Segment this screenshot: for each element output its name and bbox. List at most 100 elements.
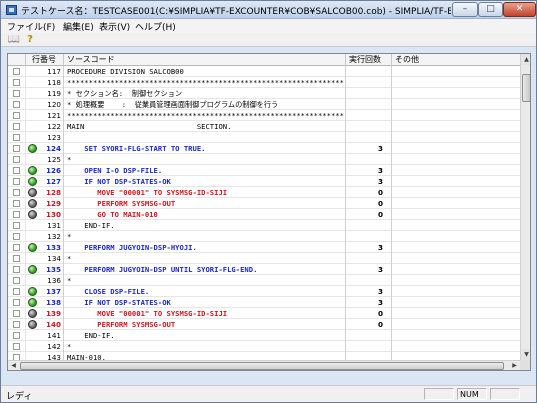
row-checkbox[interactable]	[13, 68, 20, 75]
source-code: PERFORM SYSMSG-OUT	[64, 198, 346, 209]
table-row[interactable]: 124 SET SYORI-FLG-START TO TRUE. 3	[8, 143, 520, 154]
window-title: テストケース名：TESTCASE001(C:¥SIMPLIA¥TF-EXCOUN…	[21, 7, 451, 17]
table-row[interactable]: 138 IF NOT DSP-STATES-OK 3	[8, 297, 520, 308]
table-row[interactable]: 132 *	[8, 231, 520, 242]
row-checkbox[interactable]	[13, 167, 20, 174]
table-row[interactable]: 118 *************************************…	[8, 77, 520, 88]
row-checkbox[interactable]	[13, 233, 20, 240]
row-checkbox[interactable]	[13, 343, 20, 350]
table-row[interactable]: 123	[8, 132, 520, 143]
table-row[interactable]: 133 PERFORM JUGYOIN-DSP-HYOJI. 3	[8, 242, 520, 253]
execution-count: 0	[346, 308, 392, 319]
vertical-scrollbar[interactable]: ▲ ▼	[520, 54, 530, 360]
source-code	[64, 132, 346, 143]
header-source[interactable]: ソースコード	[64, 54, 346, 66]
table-row[interactable]: 135 PERFORM JUGYOIN-DSP UNTIL SYORI-FLG-…	[8, 264, 520, 275]
table-row[interactable]: 141 END-IF.	[8, 330, 520, 341]
execution-count	[346, 341, 392, 352]
row-checkbox-cell	[8, 242, 26, 253]
table-row[interactable]: 127 IF NOT DSP-STATES-OK 3	[8, 176, 520, 187]
help-icon[interactable]: ?	[23, 34, 37, 46]
row-checkbox[interactable]	[13, 79, 20, 86]
coverage-grid: 行番号 ソースコード 実行回数 その他 117 PROCEDURE DIVISIO…	[7, 53, 531, 371]
book-icon[interactable]: 📖	[7, 34, 21, 46]
table-row[interactable]: 129 PERFORM SYSMSG-OUT 0	[8, 198, 520, 209]
table-row[interactable]: 131 END-IF.	[8, 220, 520, 231]
header-line-no[interactable]: 行番号	[26, 54, 64, 66]
table-row[interactable]: 119 * セクション名: 制御セクション	[8, 88, 520, 99]
title-bar[interactable]: テストケース名：TESTCASE001(C:¥SIMPLIA¥TF-EXCOUN…	[1, 1, 536, 19]
row-checkbox[interactable]	[13, 200, 20, 207]
header-other[interactable]: その他	[392, 54, 520, 66]
minimize-button[interactable]: –	[452, 2, 478, 17]
row-checkbox[interactable]	[13, 134, 20, 141]
menu-edit[interactable]: 編集(E)	[63, 20, 94, 33]
execution-count: 0	[346, 319, 392, 330]
row-checkbox[interactable]	[13, 189, 20, 196]
row-checkbox[interactable]	[13, 156, 20, 163]
source-code: END-IF.	[64, 220, 346, 231]
other-cell	[392, 121, 520, 132]
row-checkbox[interactable]	[13, 101, 20, 108]
table-row[interactable]: 137 CLOSE DSP-FILE. 3	[8, 286, 520, 297]
row-checkbox[interactable]	[13, 244, 20, 251]
table-row[interactable]: 126 OPEN I-O DSP-FILE. 3	[8, 165, 520, 176]
vertical-scroll-thumb[interactable]	[522, 74, 530, 102]
row-indicator-cell	[26, 121, 40, 132]
row-checkbox[interactable]	[13, 288, 20, 295]
scroll-right-icon[interactable]: ▶	[509, 361, 520, 370]
row-checkbox[interactable]	[13, 332, 20, 339]
row-checkbox[interactable]	[13, 266, 20, 273]
horizontal-scroll-thumb[interactable]	[20, 362, 504, 370]
row-checkbox-cell	[8, 66, 26, 77]
execution-count: 0	[346, 209, 392, 220]
horizontal-scrollbar[interactable]: ◀ ▶	[8, 360, 520, 370]
row-checkbox-cell	[8, 341, 26, 352]
table-row[interactable]: 121 *************************************…	[8, 110, 520, 121]
menu-file[interactable]: ファイル(F)	[7, 20, 55, 33]
scroll-down-icon[interactable]: ▼	[521, 349, 530, 360]
row-checkbox[interactable]	[13, 90, 20, 97]
row-checkbox[interactable]	[13, 145, 20, 152]
row-indicator-cell	[26, 187, 40, 198]
menu-help[interactable]: ヘルプ(H)	[135, 20, 176, 33]
row-checkbox-cell	[8, 308, 26, 319]
scroll-left-icon[interactable]: ◀	[8, 361, 19, 370]
table-row[interactable]: 136 *	[8, 275, 520, 286]
table-row[interactable]: 130 GO TO MAIN-010 0	[8, 209, 520, 220]
row-checkbox[interactable]	[13, 123, 20, 130]
source-code: ****************************************…	[64, 110, 346, 121]
line-number: 133	[40, 242, 64, 253]
table-row[interactable]: 125 *	[8, 154, 520, 165]
row-checkbox[interactable]	[13, 211, 20, 218]
table-row[interactable]: 117 PROCEDURE DIVISION SALCOB00	[8, 66, 520, 77]
execution-count: 3	[346, 297, 392, 308]
row-indicator-cell	[26, 297, 40, 308]
row-checkbox[interactable]	[13, 321, 20, 328]
close-button[interactable]: ✕	[503, 2, 536, 17]
table-row[interactable]: 140 PERFORM SYSMSG-OUT 0	[8, 319, 520, 330]
table-row[interactable]: 128 MOVE "00001" TO SYSMSG-ID-SIJI 0	[8, 187, 520, 198]
execution-count	[346, 231, 392, 242]
row-checkbox[interactable]	[13, 255, 20, 262]
row-indicator-cell	[26, 319, 40, 330]
row-checkbox[interactable]	[13, 112, 20, 119]
row-indicator-cell	[26, 242, 40, 253]
table-row[interactable]: 142 *	[8, 341, 520, 352]
table-row[interactable]: 122 MAIN SECTION.	[8, 121, 520, 132]
maximize-button[interactable]: □	[478, 2, 503, 17]
row-checkbox[interactable]	[13, 299, 20, 306]
table-row[interactable]: 134 *	[8, 253, 520, 264]
header-count[interactable]: 実行回数	[346, 54, 392, 66]
row-checkbox[interactable]	[13, 310, 20, 317]
row-checkbox[interactable]	[13, 222, 20, 229]
table-row[interactable]: 120 * 処理概要 : 従業員管理画面制御プログラムの制御を行う	[8, 99, 520, 110]
line-number: 141	[40, 330, 64, 341]
table-row[interactable]: 139 MOVE "00001" TO SYSMSG-ID-SIJI 0	[8, 308, 520, 319]
execution-count	[346, 77, 392, 88]
row-checkbox[interactable]	[13, 277, 20, 284]
row-checkbox[interactable]	[13, 178, 20, 185]
other-cell	[392, 308, 520, 319]
scroll-up-icon[interactable]: ▲	[521, 54, 530, 65]
menu-view[interactable]: 表示(V)	[99, 20, 130, 33]
